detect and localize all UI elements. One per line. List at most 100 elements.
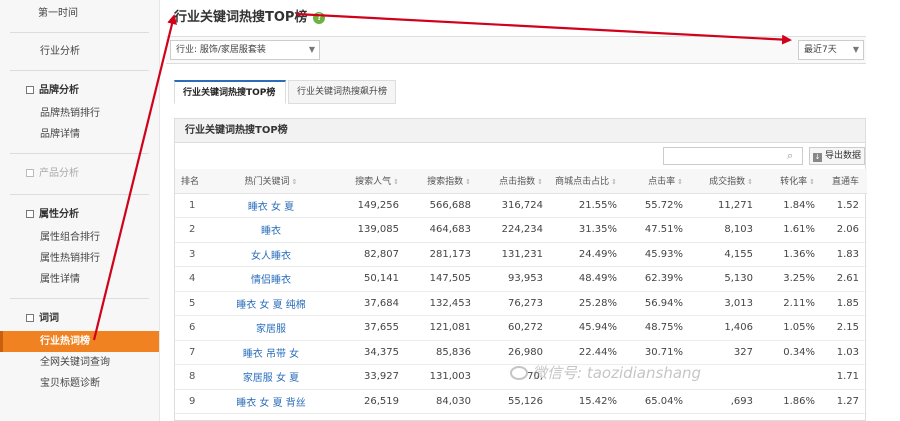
table-cell: 45.94% bbox=[551, 315, 625, 341]
table-cell: 25.28% bbox=[551, 291, 625, 316]
column-header[interactable]: 热门关键词 ⇕ bbox=[211, 169, 331, 194]
sidebar-group-label: 产品分析 bbox=[39, 168, 79, 179]
table-cell: 84,030 bbox=[407, 389, 479, 414]
sidebar-group-product[interactable]: 产品分析 bbox=[0, 162, 159, 186]
column-header: 排名 bbox=[175, 169, 211, 194]
table-cell: 2.11% bbox=[761, 291, 823, 316]
sort-icon[interactable]: ⇕ bbox=[677, 178, 683, 186]
table-cell: 5,130 bbox=[691, 266, 761, 292]
column-header-label: 点击指数 bbox=[499, 177, 536, 188]
table-cell: 1.83 bbox=[823, 242, 867, 267]
column-header[interactable]: 搜索人气 ⇕ bbox=[331, 169, 407, 194]
table-cell: 55,126 bbox=[479, 389, 551, 414]
sidebar-item-attribute-detail[interactable]: 属性详情 bbox=[0, 269, 159, 290]
table-cell: 1.61% bbox=[761, 217, 823, 243]
keyword-link[interactable]: 女人睡衣 bbox=[211, 242, 331, 267]
sidebar-item-industry-hot-words[interactable]: 行业热词榜 bbox=[0, 331, 159, 352]
sort-icon[interactable]: ⇕ bbox=[537, 178, 543, 186]
panel-title: 行业关键词热搜TOP榜 bbox=[175, 119, 865, 143]
table-cell: 224,234 bbox=[479, 217, 551, 243]
help-icon[interactable]: ? bbox=[313, 12, 326, 24]
period-select[interactable]: 最近7天 ▼ bbox=[798, 40, 864, 60]
sidebar-item-industry-analysis[interactable]: 行业分析 bbox=[0, 41, 159, 62]
column-header[interactable]: 商城点击占比 ⇕ bbox=[551, 169, 625, 194]
column-header[interactable]: 成交指数 ⇕ bbox=[691, 169, 761, 194]
table-row: 6 家居服 37,655 121,081 60,272 45.94% 48.75% 1,406… bbox=[175, 315, 867, 341]
table-cell: 1.71 bbox=[823, 364, 867, 390]
table-cell: 34,375 bbox=[331, 340, 407, 365]
sidebar-item-attribute-hot-ranking[interactable]: 属性热销排行 bbox=[0, 248, 159, 269]
industry-select-value: 行业: 服饰/家居服套装 bbox=[176, 45, 266, 55]
sidebar-divider bbox=[10, 70, 149, 71]
sort-icon[interactable]: ⇕ bbox=[292, 178, 298, 186]
column-header-label: 成交指数 bbox=[709, 177, 746, 188]
table-header-row: 排名 热门关键词 ⇕ 搜索人气 ⇕ 搜索指数 ⇕ 点击指数 ⇕ 商城点击占比 ⇕ 点击率 ⇕… bbox=[175, 169, 867, 194]
keyword-link[interactable]: 家居服 bbox=[211, 315, 331, 341]
table-cell: 26,980 bbox=[479, 340, 551, 365]
table-cell: 37,655 bbox=[331, 315, 407, 341]
table-cell: 1,406 bbox=[691, 315, 761, 341]
keyword-link[interactable]: 睡衣 bbox=[211, 217, 331, 243]
export-button[interactable]: ↓ 导出数据 bbox=[809, 147, 865, 165]
tab-top-list[interactable]: 行业关键词热搜TOP榜 bbox=[174, 80, 286, 104]
table-cell: 3,013 bbox=[691, 291, 761, 316]
column-header[interactable]: 直通车 bbox=[823, 169, 867, 194]
industry-select[interactable]: 行业: 服饰/家居服套装 ▼ bbox=[170, 40, 320, 60]
keyword-link[interactable]: 家居服 女 夏 bbox=[211, 364, 331, 390]
column-header[interactable]: 点击指数 ⇕ bbox=[479, 169, 551, 194]
table-cell: 76,273 bbox=[479, 291, 551, 316]
table-cell: 316,724 bbox=[479, 193, 551, 218]
sidebar-item-attribute-combo-ranking[interactable]: 属性组合排行 bbox=[0, 227, 159, 248]
sort-icon[interactable]: ⇕ bbox=[465, 178, 471, 186]
sidebar-group-brand[interactable]: 品牌分析 bbox=[0, 79, 159, 103]
period-select-value: 最近7天 bbox=[804, 45, 837, 55]
sort-icon[interactable]: ⇕ bbox=[809, 178, 815, 186]
table-cell: 464,683 bbox=[407, 217, 479, 243]
table-cell: 11,271 bbox=[691, 193, 761, 218]
keyword-link[interactable]: 睡衣 吊带 女 bbox=[211, 340, 331, 365]
column-header[interactable]: 转化率 ⇕ bbox=[761, 169, 823, 194]
keyword-link[interactable]: 睡衣 女 夏 背丝 bbox=[211, 389, 331, 414]
table-cell: 48.75% bbox=[625, 315, 691, 341]
table-cell: 60,272 bbox=[479, 315, 551, 341]
table-cell: 62.39% bbox=[625, 266, 691, 292]
column-header-label: 搜索人气 bbox=[355, 177, 392, 188]
column-header[interactable]: 搜索指数 ⇕ bbox=[407, 169, 479, 194]
search-icon[interactable]: ⌕ bbox=[787, 149, 793, 163]
main-content: 行业关键词热搜TOP榜? 行业: 服饰/家居服套装 ▼ 最近7天 ▼ 行业关键词… bbox=[160, 0, 900, 421]
table-cell: 2.15 bbox=[823, 315, 867, 341]
collapse-icon bbox=[26, 210, 34, 218]
tab-rising-list[interactable]: 行业关键词热搜飙升榜 bbox=[288, 80, 396, 104]
table-row: 3 女人睡衣 82,807 281,173 131,231 24.49% 45.93% 4,1… bbox=[175, 242, 867, 267]
keyword-link[interactable]: 睡衣 女 夏 纯棉 bbox=[211, 291, 331, 316]
sidebar-item-keyword-query[interactable]: 全网关键词查询 bbox=[0, 352, 159, 373]
expand-icon bbox=[26, 169, 34, 177]
sidebar-item-first-time[interactable]: 第一时间 bbox=[0, 0, 159, 22]
collapse-icon bbox=[26, 314, 34, 322]
sort-icon[interactable]: ⇕ bbox=[747, 178, 753, 186]
column-header-label: 转化率 bbox=[780, 177, 808, 188]
table-cell: 7 bbox=[175, 340, 211, 365]
sidebar-group-keywords[interactable]: 词词 bbox=[0, 307, 159, 331]
table-cell: 9 bbox=[175, 389, 211, 414]
filter-bar: 行业: 服饰/家居服套装 ▼ 最近7天 ▼ bbox=[166, 36, 866, 64]
table-cell: 31.35% bbox=[551, 217, 625, 243]
sidebar-group-label: 属性分析 bbox=[39, 209, 79, 220]
sidebar-group-attribute[interactable]: 属性分析 bbox=[0, 203, 159, 227]
sidebar-item-title-diagnosis[interactable]: 宝贝标题诊断 bbox=[0, 373, 159, 394]
keyword-link[interactable]: 情侣睡衣 bbox=[211, 266, 331, 292]
page-title: 行业关键词热搜TOP榜? bbox=[174, 6, 326, 25]
sort-icon[interactable]: ⇕ bbox=[611, 178, 617, 186]
column-header-label: 点击率 bbox=[648, 177, 676, 188]
search-input[interactable] bbox=[663, 147, 803, 165]
sort-icon[interactable]: ⇕ bbox=[393, 178, 399, 186]
sidebar-item-brand-ranking[interactable]: 品牌热销排行 bbox=[0, 103, 159, 124]
table-cell bbox=[691, 364, 761, 390]
sidebar-item-brand-detail[interactable]: 品牌详情 bbox=[0, 124, 159, 145]
table-cell: 4 bbox=[175, 266, 211, 292]
keyword-link[interactable]: 睡衣 女 夏 bbox=[211, 193, 331, 218]
table-cell: 0.34% bbox=[761, 340, 823, 365]
column-header[interactable]: 点击率 ⇕ bbox=[625, 169, 691, 194]
column-header-label: 直通车 bbox=[831, 177, 859, 188]
table-row: 9 睡衣 女 夏 背丝 26,519 84,030 55,126 15.42% 65.04%… bbox=[175, 389, 867, 414]
